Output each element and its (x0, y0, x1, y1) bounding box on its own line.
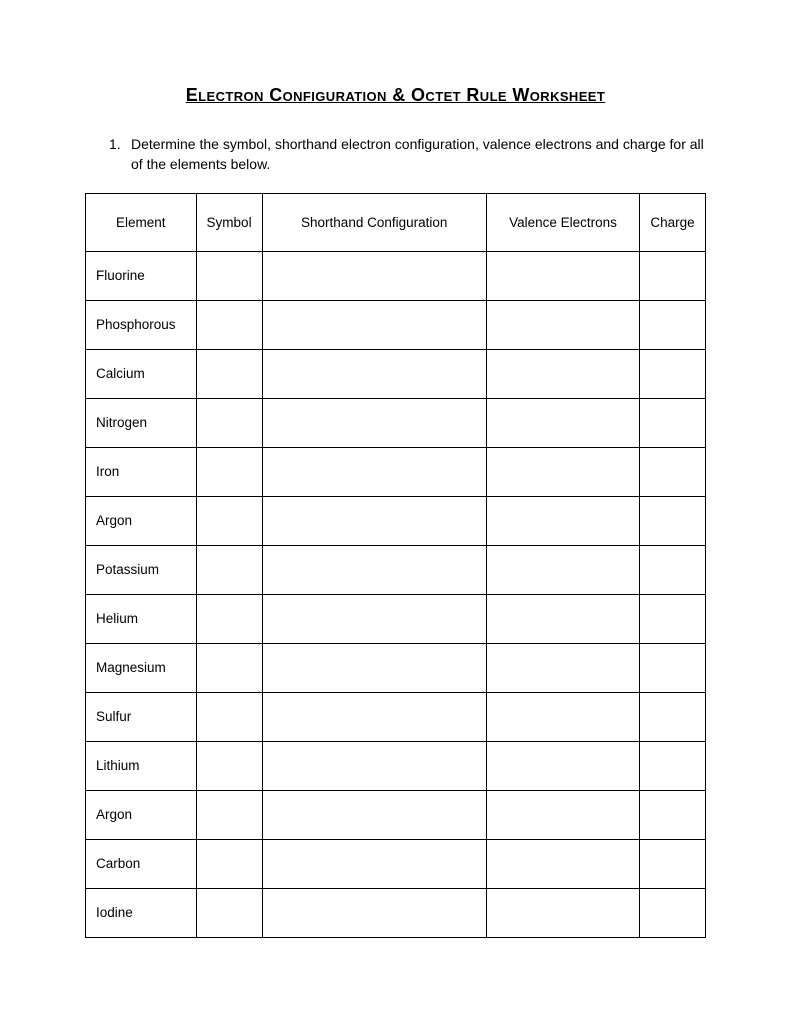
header-config: Shorthand Configuration (262, 193, 486, 251)
cell-charge (640, 594, 706, 643)
table-row: Iodine (86, 888, 706, 937)
cell-charge (640, 790, 706, 839)
cell-charge (640, 692, 706, 741)
header-charge: Charge (640, 193, 706, 251)
cell-config (262, 643, 486, 692)
cell-element: Calcium (86, 349, 197, 398)
cell-valence (486, 692, 639, 741)
cell-valence (486, 594, 639, 643)
cell-symbol (196, 692, 262, 741)
page-title: Electron Configuration & Octet Rule Work… (85, 85, 706, 106)
table-header-row: Element Symbol Shorthand Configuration V… (86, 193, 706, 251)
cell-element: Argon (86, 790, 197, 839)
cell-charge (640, 447, 706, 496)
cell-valence (486, 643, 639, 692)
header-symbol: Symbol (196, 193, 262, 251)
table-row: Nitrogen (86, 398, 706, 447)
cell-config (262, 398, 486, 447)
question-1: 1. Determine the symbol, shorthand elect… (109, 134, 706, 175)
cell-valence (486, 545, 639, 594)
cell-valence (486, 839, 639, 888)
table-row: Argon (86, 790, 706, 839)
cell-symbol (196, 300, 262, 349)
table-row: Sulfur (86, 692, 706, 741)
cell-valence (486, 300, 639, 349)
table-row: Argon (86, 496, 706, 545)
cell-element: Potassium (86, 545, 197, 594)
cell-valence (486, 496, 639, 545)
cell-symbol (196, 594, 262, 643)
cell-charge (640, 398, 706, 447)
cell-valence (486, 790, 639, 839)
header-valence: Valence Electrons (486, 193, 639, 251)
cell-element: Argon (86, 496, 197, 545)
cell-charge (640, 251, 706, 300)
cell-charge (640, 300, 706, 349)
cell-config (262, 692, 486, 741)
cell-symbol (196, 643, 262, 692)
table-row: Carbon (86, 839, 706, 888)
question-text: Determine the symbol, shorthand electron… (131, 134, 706, 175)
table-row: Fluorine (86, 251, 706, 300)
table-row: Lithium (86, 741, 706, 790)
cell-element: Iodine (86, 888, 197, 937)
cell-charge (640, 349, 706, 398)
cell-valence (486, 741, 639, 790)
cell-symbol (196, 496, 262, 545)
cell-valence (486, 349, 639, 398)
cell-config (262, 790, 486, 839)
table-row: Magnesium (86, 643, 706, 692)
document-page: Electron Configuration & Octet Rule Work… (0, 0, 791, 1024)
header-element: Element (86, 193, 197, 251)
cell-config (262, 300, 486, 349)
cell-element: Lithium (86, 741, 197, 790)
cell-config (262, 496, 486, 545)
cell-element: Fluorine (86, 251, 197, 300)
cell-config (262, 741, 486, 790)
cell-symbol (196, 545, 262, 594)
cell-valence (486, 888, 639, 937)
table-row: Calcium (86, 349, 706, 398)
cell-charge (640, 839, 706, 888)
cell-charge (640, 888, 706, 937)
cell-valence (486, 447, 639, 496)
cell-charge (640, 741, 706, 790)
cell-config (262, 839, 486, 888)
cell-symbol (196, 398, 262, 447)
cell-element: Carbon (86, 839, 197, 888)
table-body: Fluorine Phosphorous Calcium Nitrogen Ir… (86, 251, 706, 937)
cell-element: Phosphorous (86, 300, 197, 349)
cell-element: Nitrogen (86, 398, 197, 447)
table-row: Phosphorous (86, 300, 706, 349)
cell-valence (486, 398, 639, 447)
cell-charge (640, 545, 706, 594)
cell-symbol (196, 790, 262, 839)
cell-element: Magnesium (86, 643, 197, 692)
table-row: Potassium (86, 545, 706, 594)
cell-symbol (196, 349, 262, 398)
table-row: Iron (86, 447, 706, 496)
cell-element: Iron (86, 447, 197, 496)
cell-config (262, 594, 486, 643)
cell-symbol (196, 447, 262, 496)
cell-config (262, 888, 486, 937)
question-number: 1. (109, 134, 131, 175)
cell-element: Sulfur (86, 692, 197, 741)
cell-symbol (196, 888, 262, 937)
worksheet-table: Element Symbol Shorthand Configuration V… (85, 193, 706, 938)
cell-config (262, 349, 486, 398)
cell-symbol (196, 839, 262, 888)
cell-charge (640, 643, 706, 692)
cell-config (262, 447, 486, 496)
table-row: Helium (86, 594, 706, 643)
cell-charge (640, 496, 706, 545)
cell-config (262, 545, 486, 594)
cell-symbol (196, 251, 262, 300)
cell-element: Helium (86, 594, 197, 643)
cell-valence (486, 251, 639, 300)
cell-symbol (196, 741, 262, 790)
cell-config (262, 251, 486, 300)
